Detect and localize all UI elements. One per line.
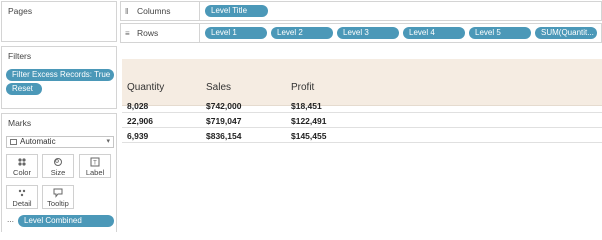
- rows-pill-level-3[interactable]: Level 3: [337, 27, 399, 39]
- color-button[interactable]: Color: [6, 154, 38, 178]
- filters-card-title: Filters: [8, 51, 32, 61]
- detail-icon: [18, 189, 26, 197]
- cell-quantity: 8,028: [127, 101, 149, 111]
- mark-type-dropdown[interactable]: Automatic ▾: [6, 136, 114, 148]
- cell-sales: $742,000: [206, 101, 242, 111]
- rows-icon: ≡: [125, 29, 130, 38]
- mark-type-value: Automatic: [20, 137, 56, 146]
- label-button[interactable]: T Label: [79, 154, 111, 178]
- size-icon: [54, 158, 62, 166]
- columns-shelf-text: Columns: [137, 6, 171, 16]
- view-canvas: Quantity Sales Profit 8,028 $742,000 $18…: [120, 47, 602, 232]
- columns-pill-level-title[interactable]: Level Title: [205, 5, 268, 17]
- column-header-sales: Sales: [206, 82, 232, 93]
- svg-text:T: T: [93, 161, 97, 167]
- pages-card-title: Pages: [8, 6, 33, 16]
- shelf-divider: [199, 24, 200, 42]
- filter-pill-reset[interactable]: Reset: [6, 83, 42, 95]
- rows-pill-sum-quantity[interactable]: SUM(Quantit...: [535, 27, 597, 39]
- cell-sales: $836,154: [206, 131, 242, 141]
- table-row: 6,939 $836,154 $145,455: [122, 129, 602, 143]
- filter-pill-excess-records[interactable]: Filter Excess Records: True: [6, 69, 114, 81]
- left-sidebar: Pages Filters Filter Excess Records: Tru…: [0, 0, 118, 232]
- shelves: ‖ Columns Level Title ≡ Rows Level 1 Level…: [120, 0, 602, 44]
- label-icon: T: [90, 157, 100, 167]
- cell-profit: $145,455: [291, 131, 327, 141]
- cell-sales: $719,047: [206, 116, 242, 126]
- size-button[interactable]: Size: [42, 154, 74, 178]
- table-row: 22,906 $719,047 $122,491: [122, 114, 602, 128]
- rows-pill-level-5[interactable]: Level 5: [469, 27, 531, 39]
- rows-shelf-text: Rows: [137, 28, 159, 38]
- cell-quantity: 6,939: [127, 131, 149, 141]
- rows-shelf[interactable]: ≡ Rows Level 1 Level 2 Level 3 Level 4 Le…: [120, 23, 602, 43]
- tooltip-button-label: Tooltip: [47, 199, 69, 208]
- pages-card[interactable]: Pages: [1, 1, 117, 42]
- color-icon: [18, 158, 26, 166]
- detail-field-icon: ⋯: [7, 219, 14, 226]
- marks-field-pill[interactable]: Level Combined: [18, 215, 114, 227]
- tooltip-button[interactable]: Tooltip: [42, 185, 74, 209]
- rows-pill-level-2[interactable]: Level 2: [271, 27, 333, 39]
- tooltip-icon: [53, 188, 63, 198]
- rows-pill-level-1[interactable]: Level 1: [205, 27, 267, 39]
- columns-shelf[interactable]: ‖ Columns Level Title: [120, 1, 602, 21]
- label-button-label: Label: [85, 168, 105, 177]
- detail-button-label: Detail: [12, 199, 32, 208]
- filters-card[interactable]: Filters Filter Excess Records: True Rese…: [1, 46, 117, 109]
- chevron-down-icon: ▾: [106, 138, 110, 145]
- column-header-quantity: Quantity: [127, 82, 165, 93]
- cell-quantity: 22,906: [127, 116, 153, 126]
- table-row: 8,028 $742,000 $18,451: [122, 99, 602, 113]
- size-button-label: Size: [50, 168, 66, 177]
- detail-button[interactable]: Detail: [6, 185, 38, 209]
- cell-profit: $18,451: [291, 101, 322, 111]
- rows-shelf-label: ≡ Rows: [125, 28, 199, 38]
- column-header-profit: Profit: [291, 82, 315, 93]
- cell-profit: $122,491: [291, 116, 327, 126]
- marks-card-title: Marks: [8, 118, 32, 128]
- mark-type-icon: [10, 139, 17, 145]
- rows-pill-level-4[interactable]: Level 4: [403, 27, 465, 39]
- color-button-label: Color: [13, 168, 31, 177]
- marks-card: Marks Automatic ▾ Color Size T Label Det…: [1, 113, 117, 232]
- columns-icon: ‖: [125, 7, 129, 16]
- columns-shelf-label: ‖ Columns: [125, 6, 199, 16]
- shelf-divider: [199, 2, 200, 20]
